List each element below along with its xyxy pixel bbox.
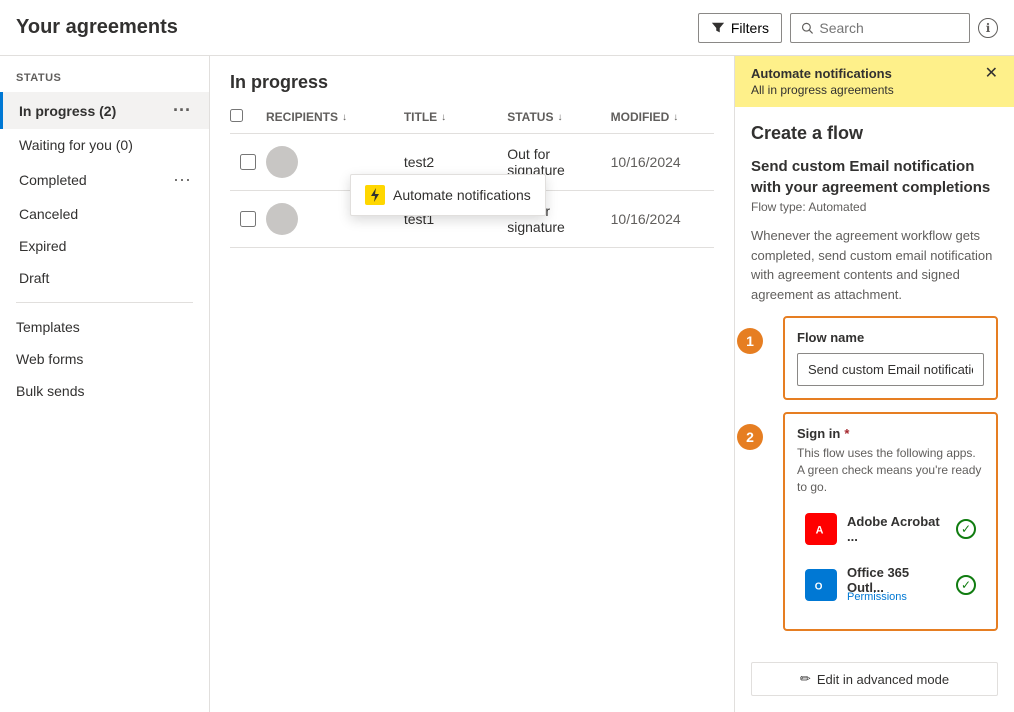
sidebar-item-draft[interactable]: Draft <box>0 262 209 294</box>
sidebar-item-completed[interactable]: Completed ··· <box>0 161 209 198</box>
required-marker: * <box>844 426 849 441</box>
edit-advanced-button[interactable]: ✏ Edit in advanced mode <box>751 662 998 696</box>
svg-text:A: A <box>816 525 824 537</box>
sidebar: STATUS In progress (2) ··· Waiting for y… <box>0 56 210 712</box>
sidebar-item-label: Waiting for you (0) <box>19 137 193 153</box>
flow-info: Send custom Email notification with your… <box>751 156 998 214</box>
edit-pencil-icon: ✏ <box>800 671 811 687</box>
signin-label: Sign in * <box>797 426 984 441</box>
signin-description: This flow uses the following apps. A gre… <box>797 445 984 495</box>
outlook-icon: O <box>805 569 837 601</box>
step1-section: 1 Flow name <box>767 316 998 400</box>
panel-body: Create a flow Send custom Email notifica… <box>735 107 1014 654</box>
automate-icon <box>365 185 385 205</box>
row-checkbox[interactable] <box>240 154 256 170</box>
panel-tab: Automate notifications All in progress a… <box>735 56 1014 107</box>
sidebar-item-canceled[interactable]: Canceled <box>0 198 209 230</box>
sidebar-item-expired[interactable]: Expired <box>0 230 209 262</box>
search-input[interactable] <box>819 20 959 36</box>
step2-badge: 2 <box>737 424 763 450</box>
acrobat-icon: A <box>805 513 837 545</box>
automate-tooltip-label: Automate notifications <box>393 187 531 203</box>
sidebar-nav-label: Web forms <box>16 351 83 367</box>
page-title: Your agreements <box>16 16 698 39</box>
sidebar-nav-label: Templates <box>16 319 80 335</box>
svg-text:O: O <box>815 582 823 593</box>
flow-description: Whenever the agreement workflow gets com… <box>751 226 998 304</box>
step1-badge: 1 <box>737 328 763 354</box>
main-layout: STATUS In progress (2) ··· Waiting for y… <box>0 56 1014 712</box>
col-header-recipients[interactable]: RECIPIENTS ↓ <box>266 110 404 124</box>
sidebar-item-dots[interactable]: ··· <box>171 100 193 121</box>
agreement-title: test2 <box>404 154 507 170</box>
sidebar-item-label: Expired <box>19 238 193 254</box>
sort-title-icon: ↓ <box>441 112 446 123</box>
sidebar-nav-label: Bulk sends <box>16 383 84 399</box>
sidebar-item-in-progress[interactable]: In progress (2) ··· <box>0 92 209 129</box>
sidebar-item-bulk-sends[interactable]: Bulk sends <box>0 375 209 407</box>
content-section-title: In progress <box>210 56 734 101</box>
flow-name-input[interactable] <box>797 353 984 386</box>
acrobat-logo: A <box>812 520 830 538</box>
lightning-icon <box>367 187 383 203</box>
outlook-info: Office 365 Outl... Permissions <box>847 565 946 605</box>
sidebar-item-label: Canceled <box>19 206 193 222</box>
panel-tab-subtitle: All in progress agreements <box>751 83 894 97</box>
sidebar-item-label: Draft <box>19 270 193 286</box>
avatar <box>266 146 298 178</box>
sort-recipients-icon: ↓ <box>342 112 347 123</box>
right-panel: Automate notifications All in progress a… <box>734 56 1014 712</box>
acrobat-check-icon: ✓ <box>956 519 976 539</box>
create-flow-label: Create a flow <box>751 123 998 144</box>
sidebar-section-label: STATUS <box>0 72 209 92</box>
table-row: test2 Out for signature 10/16/2024 Autom… <box>230 134 714 191</box>
sort-status-icon: ↓ <box>557 112 562 123</box>
sidebar-item-label: Completed <box>19 172 171 188</box>
table-header: RECIPIENTS ↓ TITLE ↓ STATUS ↓ MODIFIED ↓ <box>230 101 714 134</box>
filter-label: Filters <box>731 20 769 36</box>
step2-section: 2 Sign in * This flow uses the following… <box>767 412 998 631</box>
select-all-checkbox[interactable] <box>230 109 243 122</box>
outlook-logo: O <box>812 576 830 594</box>
acrobat-app-name: Adobe Acrobat ... <box>847 514 946 544</box>
panel-tab-content: Automate notifications All in progress a… <box>751 66 894 97</box>
flow-name-field-section: Flow name <box>783 316 998 400</box>
sidebar-item-dots[interactable]: ··· <box>171 169 193 190</box>
col-header-modified[interactable]: MODIFIED ↓ <box>611 110 714 124</box>
header-actions: Filters ℹ <box>698 13 998 43</box>
row-checkbox[interactable] <box>240 211 256 227</box>
flow-type: Flow type: Automated <box>751 200 998 214</box>
outlook-check-icon: ✓ <box>956 575 976 595</box>
info-icon[interactable]: ℹ <box>978 18 998 38</box>
permissions-link[interactable]: Permissions <box>847 591 946 603</box>
sidebar-divider <box>16 302 193 303</box>
app-header: Your agreements Filters ℹ <box>0 0 1014 56</box>
flow-title: Send custom Email notification with your… <box>751 156 998 198</box>
app-row-outlook[interactable]: O Office 365 Outl... Permissions ✓ <box>797 557 984 613</box>
col-header-title[interactable]: TITLE ↓ <box>404 110 507 124</box>
sort-modified-icon: ↓ <box>673 112 678 123</box>
sidebar-item-waiting[interactable]: Waiting for you (0) <box>0 129 209 161</box>
content-area: In progress RECIPIENTS ↓ TITLE ↓ STATUS … <box>210 56 734 712</box>
flow-name-label: Flow name <box>797 330 984 345</box>
sidebar-item-label: In progress (2) <box>19 103 171 119</box>
filter-icon <box>711 21 725 35</box>
signin-section: Sign in * This flow uses the following a… <box>783 412 998 631</box>
panel-close-button[interactable]: ✕ <box>985 66 998 82</box>
agreement-modified: 10/16/2024 <box>611 211 714 227</box>
agreements-table: RECIPIENTS ↓ TITLE ↓ STATUS ↓ MODIFIED ↓ <box>210 101 734 248</box>
sidebar-item-web-forms[interactable]: Web forms <box>0 343 209 375</box>
search-icon <box>801 21 813 35</box>
edit-advanced-label: Edit in advanced mode <box>817 672 949 687</box>
col-header-status[interactable]: STATUS ↓ <box>507 110 610 124</box>
panel-tab-title: Automate notifications <box>751 66 894 81</box>
search-box <box>790 13 970 43</box>
sidebar-item-templates[interactable]: Templates <box>0 311 209 343</box>
automate-tooltip[interactable]: Automate notifications <box>350 174 546 216</box>
avatar <box>266 203 298 235</box>
filter-button[interactable]: Filters <box>698 13 782 43</box>
app-row-acrobat[interactable]: A Adobe Acrobat ... ✓ <box>797 505 984 553</box>
agreement-modified: 10/16/2024 <box>611 154 714 170</box>
